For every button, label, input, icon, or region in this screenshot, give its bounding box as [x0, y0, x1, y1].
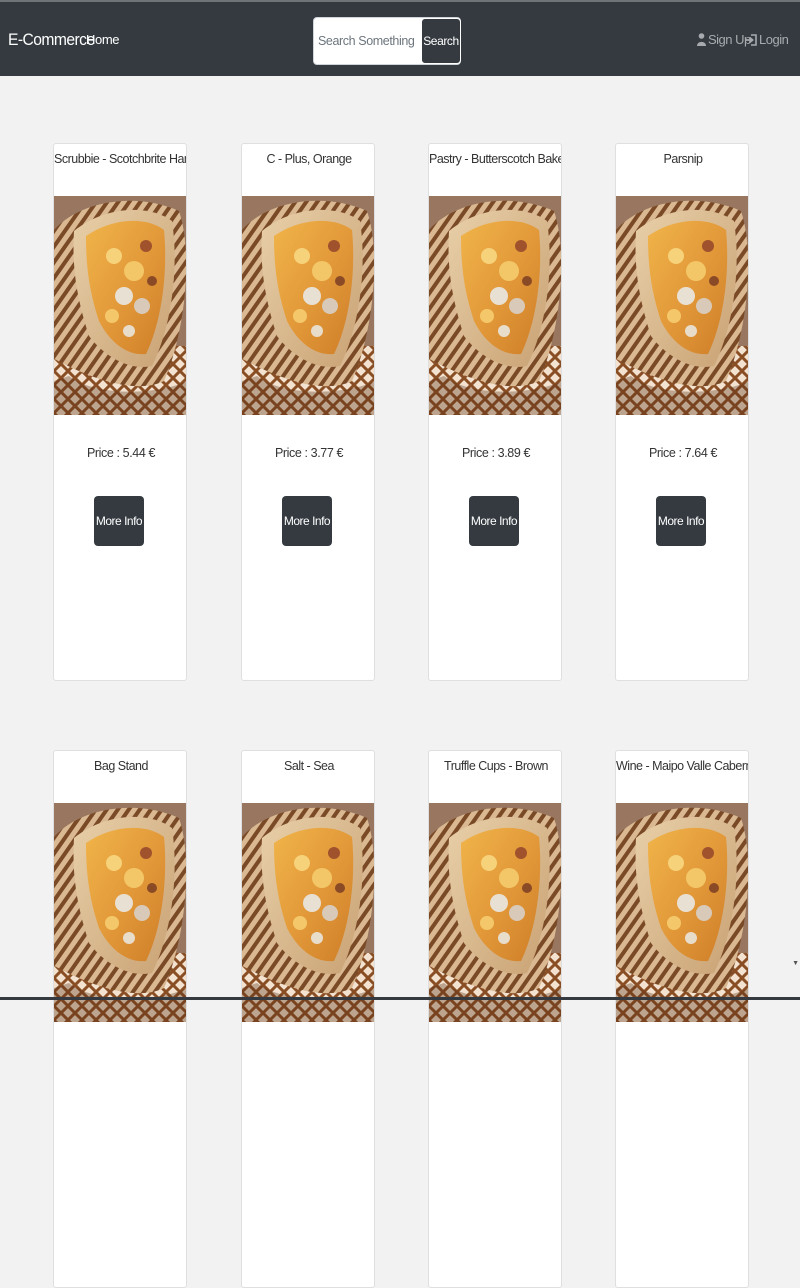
product-price: Price : 3.89 € — [461, 446, 531, 460]
product-card: Truffle Cups - Brown — [428, 750, 562, 1288]
more-info-button[interactable]: More Info — [656, 496, 706, 546]
brand-logo[interactable]: E-Commerce — [8, 30, 95, 50]
product-card: Bag Stand — [53, 750, 187, 1288]
sign-in-icon — [746, 33, 757, 46]
product-name: Truffle Cups - Brown — [444, 759, 548, 773]
product-name: Wine - Maipo Valle Cabernet — [616, 759, 749, 773]
product-card: C - Plus, Orange Price : 3.77 € More Inf… — [241, 143, 375, 681]
product-image — [242, 803, 374, 1022]
search-form: Search — [313, 17, 461, 65]
product-image — [54, 196, 186, 415]
product-image — [54, 803, 186, 1022]
more-info-button[interactable]: More Info — [469, 496, 519, 546]
product-image — [616, 196, 748, 415]
product-price: Price : 3.77 € — [274, 446, 344, 460]
more-info-button[interactable]: More Info — [282, 496, 332, 546]
navbar: E-Commerce Home Search Sign Up Login — [0, 0, 800, 76]
product-image — [242, 196, 374, 415]
login-label: Login — [759, 32, 789, 47]
product-card: Scrubbie - Scotchbrite Hand Pad Price : … — [53, 143, 187, 681]
user-icon — [697, 33, 706, 46]
product-card: Pastry - Butterscotch Baked Price : 3.89… — [428, 143, 562, 681]
scroll-down-arrow-icon[interactable]: ▼ — [792, 960, 799, 967]
search-input[interactable] — [316, 20, 424, 62]
product-price: Price : 7.64 € — [648, 446, 718, 460]
product-card: Salt - Sea — [241, 750, 375, 1288]
product-name: C - Plus, Orange — [266, 152, 352, 166]
product-name: Parsnip — [663, 152, 703, 166]
nav-home-link[interactable]: Home — [86, 32, 119, 47]
product-image — [429, 803, 561, 1022]
signup-link[interactable]: Sign Up — [697, 32, 751, 47]
product-price: Price : 5.44 € — [86, 446, 156, 460]
product-card: Wine - Maipo Valle Cabernet — [615, 750, 749, 1288]
product-name: Pastry - Butterscotch Baked — [429, 152, 562, 166]
product-image — [429, 196, 561, 415]
signup-label: Sign Up — [708, 32, 751, 47]
search-button[interactable]: Search — [421, 18, 461, 64]
product-name: Bag Stand — [94, 759, 148, 773]
product-name: Salt - Sea — [284, 759, 334, 773]
login-link[interactable]: Login — [746, 32, 789, 47]
product-card: Parsnip Price : 7.64 € More Info — [615, 143, 749, 681]
product-image — [616, 803, 748, 1022]
more-info-button[interactable]: More Info — [94, 496, 144, 546]
product-name: Scrubbie - Scotchbrite Hand Pad — [54, 152, 186, 166]
